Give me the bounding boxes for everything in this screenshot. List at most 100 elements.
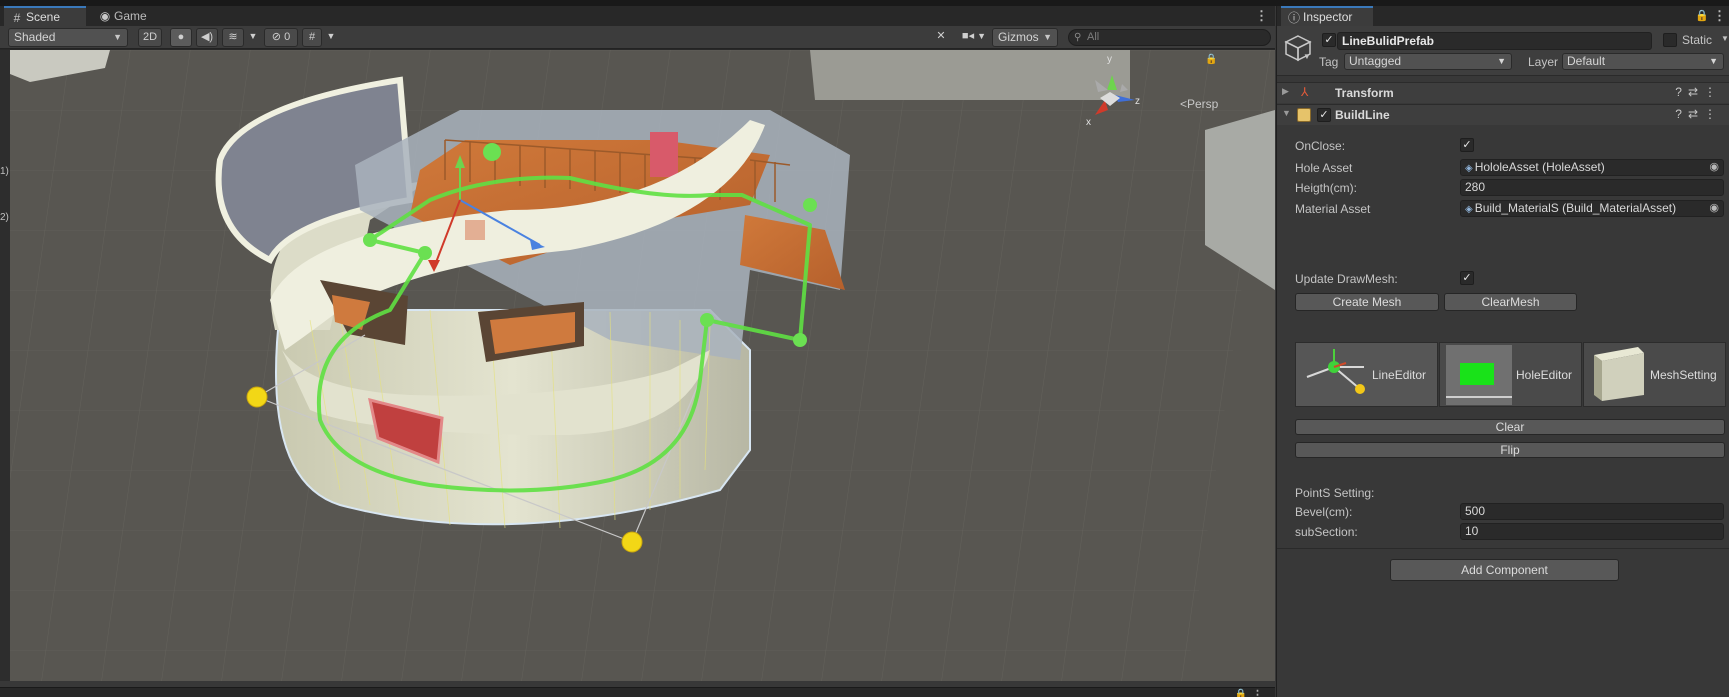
onclose-checkbox[interactable]: ✓ (1460, 138, 1474, 152)
bezier-handle[interactable] (246, 386, 268, 408)
chevron-down-icon[interactable]: ▼ (1303, 52, 1311, 61)
spline-point[interactable] (418, 246, 432, 260)
points-setting-header: PointS Setting: (1295, 486, 1375, 500)
effects-dropdown[interactable]: ▼ (246, 28, 260, 47)
tab-inspector[interactable]: ⓘ Inspector (1281, 6, 1373, 26)
object-picker-icon[interactable]: ◉ (1709, 201, 1719, 216)
hidden-objects-toggle[interactable]: ⊘ 0 (264, 28, 298, 47)
grid-icon: # (13, 11, 21, 25)
bevel-field[interactable]: 500 (1460, 503, 1724, 520)
transform-title: Transform (1335, 86, 1394, 100)
transform-icon: ⅄ (1301, 85, 1309, 99)
chevron-down-icon[interactable]: ▼ (1282, 108, 1291, 118)
create-mesh-button[interactable]: Create Mesh (1295, 293, 1439, 311)
shading-mode-dropdown[interactable]: Shaded ▼ (8, 28, 128, 47)
red-door (650, 132, 678, 177)
scene-viewport[interactable]: y z x 🔒 (10, 50, 1275, 681)
camera-icon: ■◂ (961, 30, 975, 42)
clear-mesh-button[interactable]: ClearMesh (1444, 293, 1577, 311)
component-actions-icons[interactable]: ?⇄⋮ (1675, 107, 1722, 121)
line-editor-label: LineEditor (1372, 368, 1427, 382)
spline-point[interactable] (803, 198, 817, 212)
projection-label[interactable]: <Persp (1180, 97, 1218, 111)
tools-icon[interactable]: ✕ (930, 28, 952, 47)
inspector-more-icon[interactable]: ⋮ (1713, 7, 1726, 25)
search-icon: ⚲ (1074, 32, 1082, 43)
chevron-down-icon: ▼ (248, 31, 258, 41)
gutter-mark-1: 1) (0, 166, 9, 177)
scene-bottom-strip: 🔒 ⋮ (0, 687, 1275, 697)
spline-point[interactable] (363, 233, 377, 247)
gizmos-dropdown[interactable]: Gizmos ▼ (992, 28, 1058, 47)
search-placeholder: All (1087, 31, 1100, 43)
toggle-2d-button[interactable]: 2D (138, 28, 162, 47)
inspector-lock-icon[interactable]: 🔒 (1695, 7, 1709, 25)
tag-dropdown[interactable]: Untagged ▼ (1344, 53, 1512, 70)
chevron-down-icon: ▼ (326, 31, 336, 41)
object-name-field[interactable]: LineBulidPrefab (1337, 32, 1652, 50)
chevron-down-icon: ▼ (113, 32, 122, 42)
asset-icon: ◈ (1465, 163, 1473, 174)
layer-dropdown[interactable]: Default ▼ (1562, 53, 1724, 70)
spline-point[interactable] (793, 333, 807, 347)
transform-component-header[interactable]: ▶ ⅄ Transform ?⇄⋮ (1277, 82, 1729, 103)
tool-line-editor[interactable]: LineEditor (1295, 342, 1438, 407)
hole-asset-value: HololeAsset (HoleAsset) (1474, 160, 1605, 174)
mesh-setting-icon (1594, 347, 1644, 401)
eye-slash-icon: ⊘ (271, 31, 282, 43)
divider (1277, 548, 1729, 549)
hidden-count: 0 (284, 31, 291, 43)
shading-mode-label: Shaded (14, 30, 56, 44)
scene-render: y z x 🔒 (10, 50, 1275, 681)
spline-point[interactable] (700, 313, 714, 327)
hole-asset-field[interactable]: ◈ HololeAsset (HoleAsset) ◉ (1460, 159, 1724, 176)
buildline-enabled-checkbox[interactable]: ✓ (1317, 108, 1331, 122)
line-editor-icon (1306, 349, 1365, 394)
chevron-down-icon: ▼ (1497, 56, 1506, 66)
update-drawmesh-checkbox[interactable]: ✓ (1460, 271, 1474, 285)
scene-more-icon[interactable]: ⋮ (1255, 7, 1268, 25)
clear-button[interactable]: Clear (1295, 419, 1725, 435)
subsection-field[interactable]: 10 (1460, 523, 1724, 540)
subsection-label: subSection: (1295, 525, 1358, 539)
chevron-down-icon[interactable]: ▼ (1721, 34, 1729, 43)
buildline-title: BuildLine (1335, 108, 1390, 122)
chevron-right-icon[interactable]: ▶ (1282, 86, 1289, 97)
lock-icon[interactable]: 🔒 (1235, 689, 1247, 697)
material-asset-label: Material Asset (1295, 202, 1371, 216)
more-icon[interactable]: ⋮ (1252, 688, 1263, 697)
tab-scene[interactable]: # Scene (4, 6, 86, 26)
grid-toggle[interactable]: # (302, 28, 322, 47)
tool-mesh-setting[interactable]: MeshSetting (1583, 342, 1726, 407)
object-picker-icon[interactable]: ◉ (1709, 160, 1719, 175)
tab-game-label: Game (114, 9, 147, 23)
buildline-component-header[interactable]: ▼ ✓ BuildLine ?⇄⋮ (1277, 104, 1729, 125)
component-actions-icons[interactable]: ?⇄⋮ (1675, 85, 1722, 99)
camera-dropdown[interactable]: ■◂ ▼ (956, 28, 992, 47)
material-asset-field[interactable]: ◈ Build_MaterialS (Build_MaterialAsset) ◉ (1460, 200, 1724, 217)
mesh-setting-label: MeshSetting (1650, 368, 1717, 382)
axis-label-y: y (1107, 54, 1112, 65)
lighting-toggle[interactable]: ● (170, 28, 192, 47)
bezier-handle[interactable] (621, 531, 643, 553)
flip-button[interactable]: Flip (1295, 442, 1725, 458)
height-field[interactable]: 280 (1460, 179, 1724, 196)
static-checkbox[interactable] (1663, 33, 1677, 47)
tool-hole-editor[interactable]: HoleEditor (1439, 342, 1582, 407)
viewport-lock-icon[interactable]: 🔒 (1205, 53, 1217, 65)
effects-toggle[interactable]: ≋ (222, 28, 244, 47)
spline-point[interactable] (483, 143, 501, 161)
gutter-mark-2: 2) (0, 212, 9, 223)
object-active-checkbox[interactable]: ✓ (1322, 33, 1336, 47)
tab-inspector-label: Inspector (1303, 10, 1353, 24)
grid-dropdown[interactable]: ▼ (324, 28, 338, 47)
tag-label: Tag (1319, 55, 1339, 69)
background-wall (810, 50, 1130, 100)
tab-game[interactable]: ◉ Game (92, 6, 162, 26)
static-label[interactable]: Static (1682, 33, 1712, 47)
scene-search-input[interactable]: ⚲ All (1068, 29, 1271, 46)
add-component-button[interactable]: Add Component (1390, 559, 1619, 581)
chevron-down-icon: ▼ (1043, 32, 1052, 42)
layers-icon: ≋ (228, 31, 238, 43)
audio-toggle[interactable]: ◀) (196, 28, 218, 47)
